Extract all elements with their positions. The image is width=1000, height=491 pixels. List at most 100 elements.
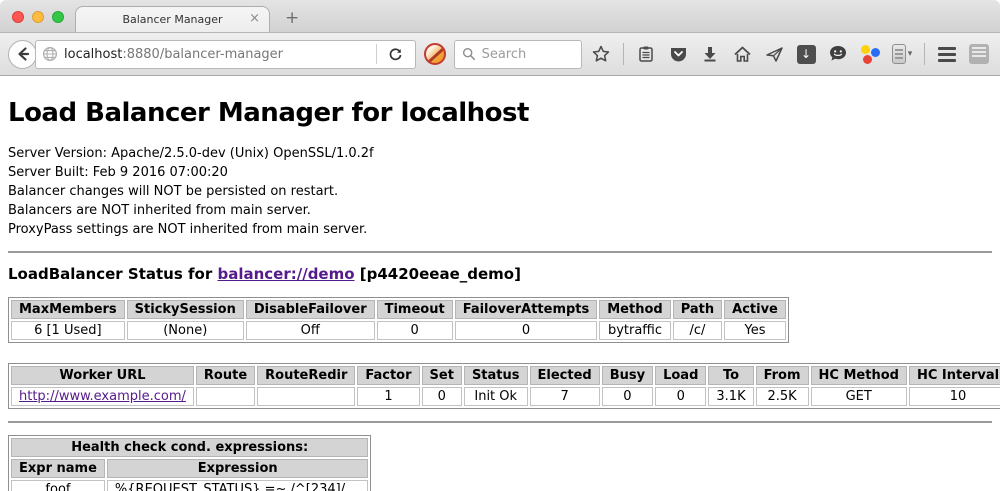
column-header: Busy [602, 366, 653, 385]
table-cell: 0 [422, 387, 462, 406]
tab-close-icon[interactable]: × [249, 12, 260, 26]
zoom-window-button[interactable] [52, 11, 64, 23]
table-row: http://www.example.com/10Init Ok7003.1K2… [11, 387, 1000, 406]
loadbalancer-status-heading: LoadBalancer Status for balancer://demo … [8, 265, 992, 283]
extension-download-button[interactable]: ↓ [793, 41, 819, 67]
column-header: DisableFailover [246, 300, 375, 319]
column-header: Path [673, 300, 722, 319]
divider-rule [8, 251, 992, 253]
search-bar[interactable]: Search [454, 40, 582, 69]
url-domain: localhost [64, 47, 122, 62]
close-window-button[interactable] [12, 11, 24, 23]
table-cell: (None) [127, 321, 244, 340]
home-icon [733, 45, 752, 64]
table-cell: 3.1K [708, 387, 753, 406]
window-controls [12, 11, 64, 23]
column-header: Timeout [377, 300, 453, 319]
search-input[interactable]: Search [482, 47, 527, 62]
column-header: Method [599, 300, 670, 319]
status-heading-suffix: [p4420eeae_demo] [360, 265, 521, 283]
tab-groups-button[interactable] [966, 41, 992, 67]
column-header: RouteRedir [257, 366, 355, 385]
send-to-device-button[interactable] [761, 41, 787, 67]
tab-groups-icon [969, 44, 989, 64]
table-cell: 0 [455, 321, 598, 340]
column-header: Expr name [11, 459, 105, 478]
minimize-window-button[interactable] [32, 11, 44, 23]
server-version: Server Version: Apache/2.5.0-dev (Unix) … [8, 144, 992, 163]
health-check-table: Health check cond. expressions: Expr name… [8, 435, 371, 491]
url-bar[interactable]: localhost:8880/balancer-manager [35, 40, 416, 69]
url-input[interactable]: localhost:8880/balancer-manager [64, 47, 370, 62]
worker-url-link[interactable]: http://www.example.com/ [19, 389, 186, 404]
table-cell [196, 387, 255, 406]
table-title: Health check cond. expressions: [11, 438, 368, 457]
column-header: From [756, 366, 809, 385]
table-cell: foof [11, 480, 105, 491]
new-tab-button[interactable]: + [285, 8, 299, 28]
battery-extension-button[interactable]: ▾ [889, 41, 915, 67]
content-blocker-button[interactable] [422, 41, 448, 67]
table-row: 6 [1 Used](None)Off00bytraffic/c/Yes [11, 321, 786, 340]
divider-rule [8, 421, 992, 423]
tab-title: Balancer Manager [122, 13, 222, 26]
menu-button[interactable] [934, 41, 960, 67]
urlbar-divider [376, 44, 377, 64]
table-cell: 6 [1 Used] [11, 321, 125, 340]
downloads-button[interactable] [697, 41, 723, 67]
hamburger-menu-icon [938, 47, 956, 62]
column-header: HC Interval [909, 366, 1000, 385]
bookmark-star-button[interactable] [588, 41, 614, 67]
table-cell: 0 [602, 387, 653, 406]
table-cell: 7 [530, 387, 600, 406]
reading-list-button[interactable] [633, 41, 659, 67]
table-cell [257, 387, 355, 406]
table-cell: 0 [655, 387, 706, 406]
balancer-settings-table: MaxMembersStickySessionDisableFailoverTi… [8, 297, 789, 343]
toolbar-divider [623, 43, 624, 65]
url-path: :8880/balancer-manager [122, 47, 283, 62]
table-cell: %{REQUEST_STATUS} =~ /^[234]/ [107, 480, 369, 491]
globe-icon [42, 46, 58, 62]
battery-icon [892, 44, 906, 64]
table-cell: bytraffic [599, 321, 670, 340]
column-header: Expression [107, 459, 369, 478]
tab-balancer-manager[interactable]: Balancer Manager × [75, 6, 270, 32]
emoji-extension-button[interactable] [825, 41, 851, 67]
column-header: To [708, 366, 753, 385]
colored-balls-icon [860, 44, 880, 64]
blocked-plugin-icon [424, 43, 446, 65]
table-cell: GET [811, 387, 907, 406]
navigation-toolbar: localhost:8880/balancer-manager Search [0, 33, 1000, 76]
download-arrow-icon [701, 45, 719, 63]
toolbar-divider [924, 43, 925, 65]
column-header: Worker URL [11, 366, 194, 385]
reload-button[interactable] [383, 41, 409, 67]
table-row: foof%{REQUEST_STATUS} =~ /^[234]/ [11, 480, 368, 491]
status-heading-prefix: LoadBalancer Status for [8, 265, 212, 283]
table-cell: Off [246, 321, 375, 340]
column-header: StickySession [127, 300, 244, 319]
home-button[interactable] [729, 41, 755, 67]
worker-status-table: Worker URLRouteRouteRedirFactorSetStatus… [8, 363, 1000, 409]
balancer-demo-link[interactable]: balancer://demo [217, 265, 354, 283]
video-downloadhelper-button[interactable] [857, 41, 883, 67]
page-title: Load Balancer Manager for localhost [8, 98, 992, 128]
page-content: Load Balancer Manager for localhost Serv… [0, 76, 1000, 491]
column-header: Elected [530, 366, 600, 385]
column-header: MaxMembers [11, 300, 125, 319]
column-header: Route [196, 366, 255, 385]
table-cell: http://www.example.com/ [11, 387, 194, 406]
back-arrow-icon [15, 46, 31, 62]
balancer-persist-note: Balancer changes will NOT be persisted o… [8, 182, 992, 201]
star-icon [591, 44, 611, 64]
pocket-button[interactable] [665, 41, 691, 67]
back-button[interactable] [8, 40, 37, 69]
browser-window: Balancer Manager × + localhost:8880/bala… [0, 0, 1000, 491]
proxypass-inherit-note: ProxyPass settings are NOT inherited fro… [8, 220, 992, 239]
column-header: Active [724, 300, 786, 319]
table-cell: 1 [357, 387, 419, 406]
table-cell: /c/ [673, 321, 722, 340]
pocket-icon [669, 45, 688, 64]
search-icon [462, 47, 476, 61]
